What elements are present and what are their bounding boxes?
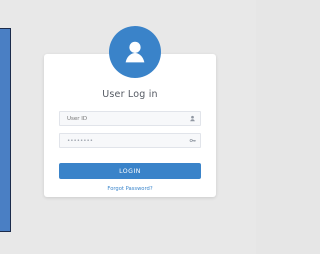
user-id-field[interactable] — [59, 111, 201, 126]
user-id-input[interactable] — [60, 112, 185, 125]
password-input[interactable] — [60, 134, 185, 147]
user-icon — [189, 115, 196, 122]
login-button[interactable]: LOGIN — [59, 163, 201, 179]
page-title: User Log in — [102, 89, 158, 100]
left-panel — [0, 28, 11, 232]
login-page: User Log in LOGIN Forgot Password? — [0, 0, 256, 254]
user-avatar-icon — [109, 26, 161, 78]
key-icon — [189, 137, 196, 144]
forgot-password-link[interactable]: Forgot Password? — [44, 186, 216, 192]
password-field[interactable] — [59, 133, 201, 148]
